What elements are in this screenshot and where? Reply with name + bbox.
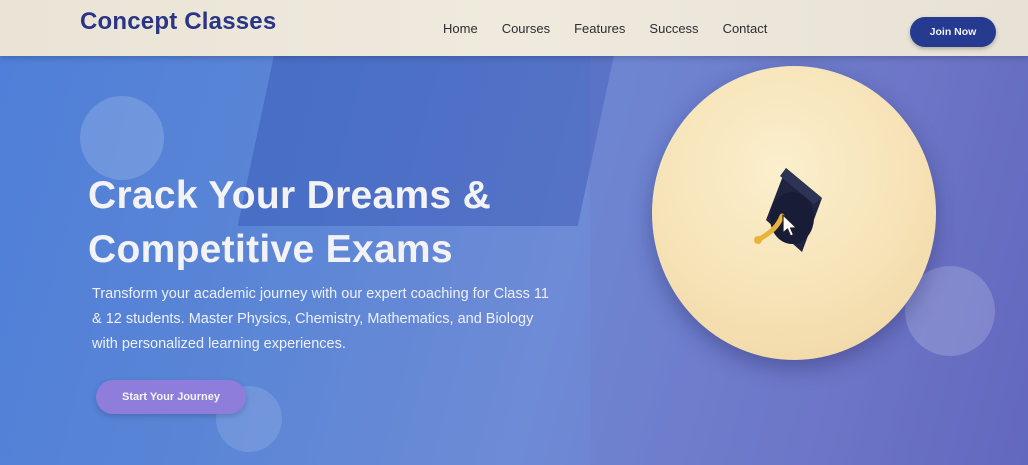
nav-courses-link[interactable]: Courses — [502, 21, 550, 36]
nav-home-link[interactable]: Home — [443, 21, 478, 36]
site-header: Concept Classes Home Courses Features Su… — [0, 0, 1028, 56]
nav-features-link[interactable]: Features — [574, 21, 625, 36]
nav-contact-link[interactable]: Contact — [723, 21, 768, 36]
mouse-cursor-icon — [782, 214, 798, 237]
main-nav: Home Courses Features Success Contact — [443, 21, 767, 36]
hero-title-line-2: Competitive Exams — [88, 228, 453, 271]
decorative-circle — [80, 96, 164, 180]
logo[interactable]: Concept Classes — [80, 8, 276, 36]
hero-description: Transform your academic journey with our… — [92, 286, 549, 352]
graduation-cap-icon — [754, 168, 822, 252]
nav-success-link[interactable]: Success — [649, 21, 698, 36]
hero-title-line-1: Crack Your Dreams & — [88, 174, 492, 217]
start-journey-button[interactable]: Start Your Journey — [96, 380, 246, 414]
join-now-button[interactable]: Join Now — [910, 17, 996, 47]
hero-title: Crack Your Dreams & Competitive Exams — [88, 169, 608, 277]
